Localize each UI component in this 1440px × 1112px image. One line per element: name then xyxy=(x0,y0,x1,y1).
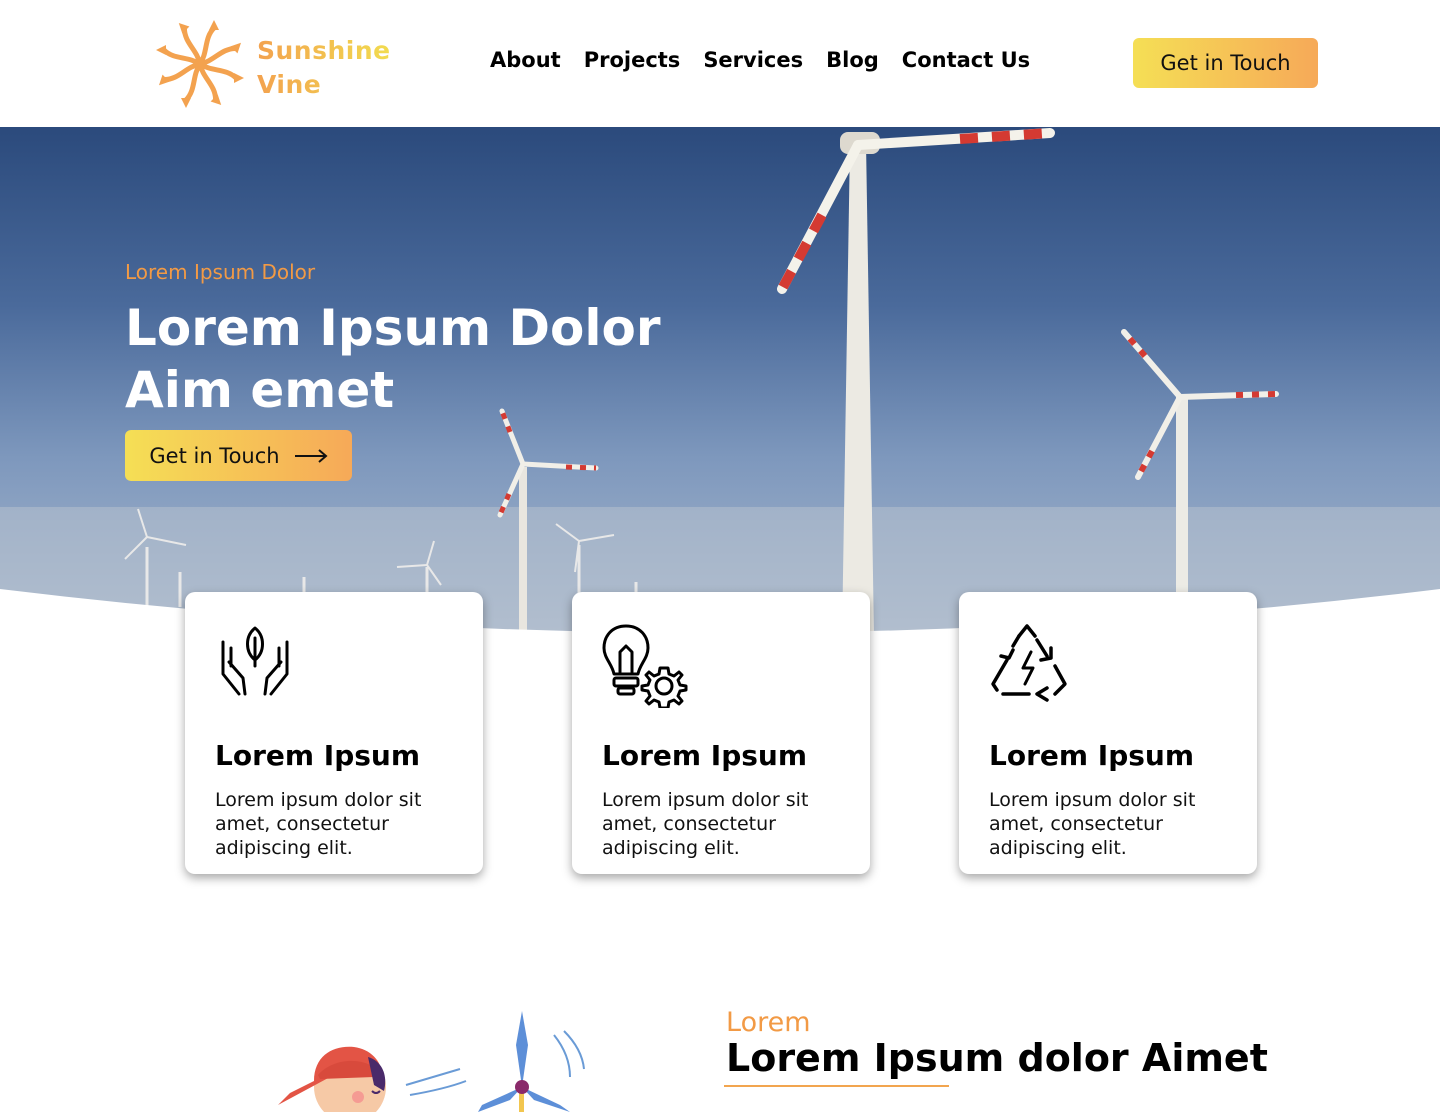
brand-name-line2: Vine xyxy=(257,70,322,99)
feature-title: Lorem Ipsum xyxy=(989,739,1195,772)
site-header: Sunshine Vine About Projects Services Bl… xyxy=(0,0,1440,127)
nav-contact-us[interactable]: Contact Us xyxy=(902,48,1030,72)
brand-logo[interactable]: Sunshine Vine xyxy=(150,14,410,114)
sunburst-logo-icon xyxy=(156,20,244,108)
arrow-right-icon xyxy=(294,448,328,463)
header-get-in-touch-button[interactable]: Get in Touch xyxy=(1133,38,1318,88)
feature-title: Lorem Ipsum xyxy=(215,739,421,772)
feature-card: Lorem Ipsum Lorem ipsum dolor sit amet, … xyxy=(185,592,483,874)
lightbulb-gear-icon xyxy=(602,622,840,710)
nav-blog[interactable]: Blog xyxy=(826,48,879,72)
hero-title-line1: Lorem Ipsum Dolor xyxy=(125,299,661,357)
recycle-bolt-icon xyxy=(989,622,1227,708)
brand-name-line1: Sunshine xyxy=(257,36,391,65)
hero-banner: Lorem Ipsum Dolor Lorem Ipsum Dolor Aim … xyxy=(0,127,1440,637)
feature-card: Lorem Ipsum Lorem ipsum dolor sit amet, … xyxy=(572,592,870,874)
feature-text: Lorem ipsum dolor sit amet, consectetur … xyxy=(215,789,422,859)
hero-title-line2: Aim emet xyxy=(125,361,395,419)
hero-eyebrow: Lorem Ipsum Dolor xyxy=(125,260,316,284)
feature-text: Lorem ipsum dolor sit amet, consectetur … xyxy=(989,789,1196,859)
hero-title: Lorem Ipsum Dolor Aim emet xyxy=(125,297,745,421)
hero-get-in-touch-button[interactable]: Get in Touch xyxy=(125,430,352,481)
nav-services[interactable]: Services xyxy=(703,48,803,72)
section-title-underline xyxy=(724,1085,949,1087)
section-eyebrow: Lorem xyxy=(726,1007,811,1038)
nav-about[interactable]: About xyxy=(490,48,561,72)
hero-cta-label: Get in Touch xyxy=(149,443,280,468)
nav-projects[interactable]: Projects xyxy=(584,48,681,72)
feature-text: Lorem ipsum dolor sit amet, consectetur … xyxy=(602,789,809,859)
kid-windmill-illustration xyxy=(270,1005,610,1112)
main-nav: About Projects Services Blog Contact Us xyxy=(490,48,1053,72)
feature-title: Lorem Ipsum xyxy=(602,739,808,772)
feature-card: Lorem Ipsum Lorem ipsum dolor sit amet, … xyxy=(959,592,1257,874)
section-title: Lorem Ipsum dolor Aimet xyxy=(726,1036,1268,1080)
hands-leaf-icon xyxy=(215,622,453,708)
brand-name: Sunshine Vine xyxy=(257,34,391,102)
